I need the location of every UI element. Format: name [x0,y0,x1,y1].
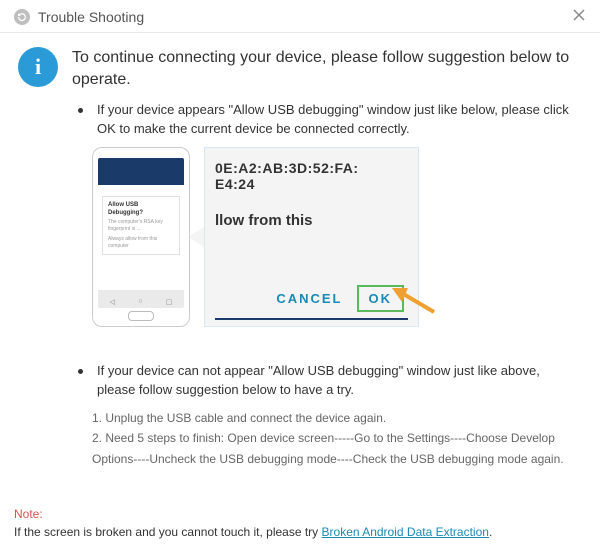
close-button[interactable] [572,8,586,26]
phone-dialog: Allow USB Debugging? The computer's RSA … [102,196,180,256]
dialog-underline [215,318,408,320]
note-label: Note: [14,507,43,521]
ok-button[interactable]: OK [357,285,405,312]
suggestions: If your device appears "Allow USB debugg… [18,100,578,469]
fingerprint-line-1: 0E:A2:AB:3D:52:FA: [215,160,408,176]
speech-pointer-icon [188,227,204,247]
suggestion-2-text: If your device can not appear "Allow USB… [97,361,578,400]
note-link[interactable]: Broken Android Data Extraction [322,525,489,539]
step-1: 1. Unplug the USB cable and connect the … [92,408,578,428]
note-block: Note: If the screen is broken and you ca… [14,505,586,541]
nav-recent-icon: ▢ [166,298,173,306]
bullet-icon [78,108,83,113]
phone-dialog-body: The computer's RSA key fingerprint is ..… [108,219,174,232]
nav-home-icon: ○ [138,298,142,306]
titlebar-left: Trouble Shooting [14,9,144,25]
allow-line: llow from this [215,212,408,229]
phone-dialog-title: Allow USB Debugging? [108,202,174,218]
phone-nav-bar: ◁ ○ ▢ [98,298,184,306]
note-suffix: . [489,525,492,539]
phone-mockup: Allow USB Debugging? The computer's RSA … [92,147,190,327]
header-row: i To continue connecting your device, pl… [18,47,578,92]
titlebar: Trouble Shooting [0,0,600,33]
phone-screen: Allow USB Debugging? The computer's RSA … [98,158,184,308]
nav-back-icon: ◁ [110,298,115,306]
close-icon [572,8,586,22]
dialog-title: Trouble Shooting [38,9,144,25]
bullet-icon [78,369,83,374]
suggestion-1-text: If your device appears "Allow USB debugg… [97,100,578,139]
phone-dialog-always: Always allow from this computer [108,236,174,249]
content-area: i To continue connecting your device, pl… [0,33,600,479]
dialog-zoom: 0E:A2:AB:3D:52:FA: E4:24 llow from this … [204,147,419,327]
heading-text: To continue connecting your device, plea… [72,47,578,92]
suggestion-1: If your device appears "Allow USB debugg… [68,100,578,139]
steps-list: 1. Unplug the USB cable and connect the … [92,408,578,469]
fingerprint-line-2: E4:24 [215,176,408,192]
suggestion-2: If your device can not appear "Allow USB… [68,361,578,400]
step-2: 2. Need 5 steps to finish: Open device s… [92,428,578,469]
illustration: Allow USB Debugging? The computer's RSA … [92,147,578,327]
note-text: If the screen is broken and you cannot t… [14,525,322,539]
info-icon: i [18,47,58,87]
cancel-button[interactable]: CANCEL [276,291,342,306]
dialog-buttons: CANCEL OK [276,285,404,312]
app-icon [14,9,30,25]
